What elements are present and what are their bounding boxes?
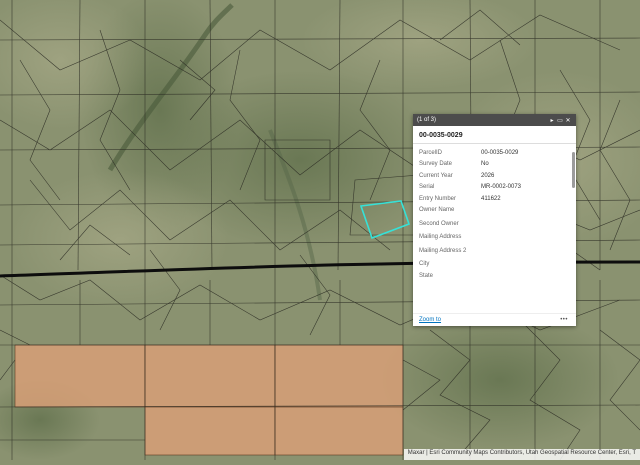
attribute-label: Second Owner: [419, 220, 459, 227]
attribute-label: ParcelID: [419, 149, 443, 156]
attribute-label: Mailing Address 2: [419, 247, 467, 254]
feature-counter: (1 of 3): [417, 117, 437, 123]
popup-footer: Zoom to •••: [413, 313, 576, 326]
attribute-row: Survey Date No: [413, 160, 576, 172]
popup-scrollbar[interactable]: [572, 152, 575, 188]
attribute-label: City: [419, 261, 430, 267]
zoom-to-link[interactable]: Zoom to: [413, 317, 560, 323]
attribute-row: State: [413, 271, 576, 283]
attribute-label: Entry Number: [419, 195, 457, 202]
attribute-row: Mailing Address 2: [413, 246, 576, 260]
attribute-value: 00-0035-0029: [481, 149, 519, 156]
next-feature-icon[interactable]: ▸: [548, 117, 556, 124]
attribute-label: Current Year: [419, 172, 453, 179]
attribute-value: [481, 271, 576, 283]
attribute-value: No: [481, 161, 489, 167]
more-options-icon[interactable]: •••: [560, 317, 576, 323]
attribute-value: 2026: [481, 172, 495, 179]
attribute-label: Survey Date: [419, 161, 453, 167]
attribute-value: [481, 219, 576, 233]
attribute-row: ParcelID 00-0035-0029: [413, 148, 576, 160]
attribute-row: Owner Name: [413, 206, 576, 220]
attribute-row: Second Owner: [413, 219, 576, 233]
attribute-row: Serial MR-0002-0073: [413, 183, 576, 195]
attribute-row: Current Year 2026: [413, 171, 576, 183]
dock-icon[interactable]: ▭: [556, 117, 564, 124]
attribute-label: State: [419, 272, 434, 279]
parcel-info-popup[interactable]: (1 of 3) ▸ ▭ ✕ 00-0035-0029 ParcelID 00-…: [413, 114, 576, 326]
attribute-row: City: [413, 260, 576, 272]
attribute-row: Mailing Address: [413, 233, 576, 247]
attribute-value: [481, 246, 576, 260]
attribute-value: 411622: [481, 195, 501, 202]
popup-header: (1 of 3) ▸ ▭ ✕: [413, 114, 576, 126]
attribute-label: Owner Name: [419, 207, 455, 213]
attribute-label: Mailing Address: [419, 234, 462, 240]
attribute-value: [481, 233, 576, 247]
map-attribution: Maxar | Esri Community Maps Contributors…: [403, 449, 640, 460]
attribute-row: Entry Number 411622: [413, 194, 576, 206]
popup-title: 00-0035-0029: [413, 126, 576, 144]
attribute-value: MR-0002-0073: [481, 184, 522, 190]
attribute-value: [481, 206, 576, 220]
close-icon[interactable]: ✕: [564, 117, 572, 124]
attribute-label: Serial: [419, 184, 435, 190]
attribute-table: ParcelID 00-0035-0029 Survey Date No Cur…: [413, 148, 576, 283]
attribute-value: [481, 260, 576, 272]
